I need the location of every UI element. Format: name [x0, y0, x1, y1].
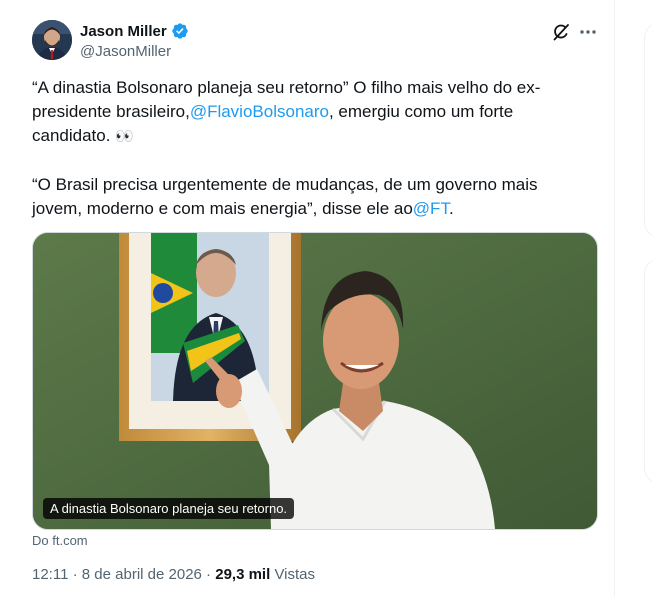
tweet-time[interactable]: 12:11	[32, 566, 68, 583]
grok-icon[interactable]	[551, 22, 571, 42]
separator: ·	[201, 566, 216, 583]
link-card-media[interactable]: A dinastia Bolsonaro planeja seu retorno…	[32, 232, 598, 530]
sidebar-card	[644, 22, 652, 238]
views-count: 29,3 mil	[215, 566, 271, 583]
tweet-text: “A dinastia Bolsonaro planeja seu retorn…	[32, 76, 592, 221]
mention-link[interactable]: @FT	[413, 199, 449, 218]
tweet-meta: 12:11 · 8 de abril de 2026 · 29,3 mil Vi…	[32, 566, 315, 583]
tweet-text-segment: “O Brasil precisa urgentemente de mudanç…	[32, 175, 538, 218]
article-photo	[33, 233, 597, 529]
separator: ·	[68, 566, 82, 583]
mention-link[interactable]: @FlavioBolsonaro	[190, 102, 329, 121]
verified-badge-icon	[171, 22, 189, 40]
sidebar-card	[644, 258, 652, 484]
tweet-text-segment: .	[448, 199, 454, 218]
author-handle[interactable]: @JasonMiller	[80, 43, 171, 60]
tweet-paragraph: “A dinastia Bolsonaro planeja seu retorn…	[32, 76, 592, 149]
tweet-paragraph: “O Brasil precisa urgentemente de mudanç…	[32, 173, 592, 221]
tweet-date[interactable]: 8 de abril de 2026	[82, 566, 202, 583]
avatar[interactable]	[32, 20, 72, 60]
more-options-icon[interactable]	[578, 22, 598, 42]
media-caption: A dinastia Bolsonaro planeja seu retorno…	[43, 498, 295, 519]
link-source[interactable]: Do ft.com	[32, 533, 88, 548]
views-label: Vistas	[270, 566, 316, 583]
timeline-column-border	[614, 0, 615, 596]
author-name[interactable]: Jason Miller	[80, 23, 167, 40]
author-name-row[interactable]: Jason Miller	[80, 22, 189, 40]
eyes-emoji: 👀	[115, 128, 135, 145]
